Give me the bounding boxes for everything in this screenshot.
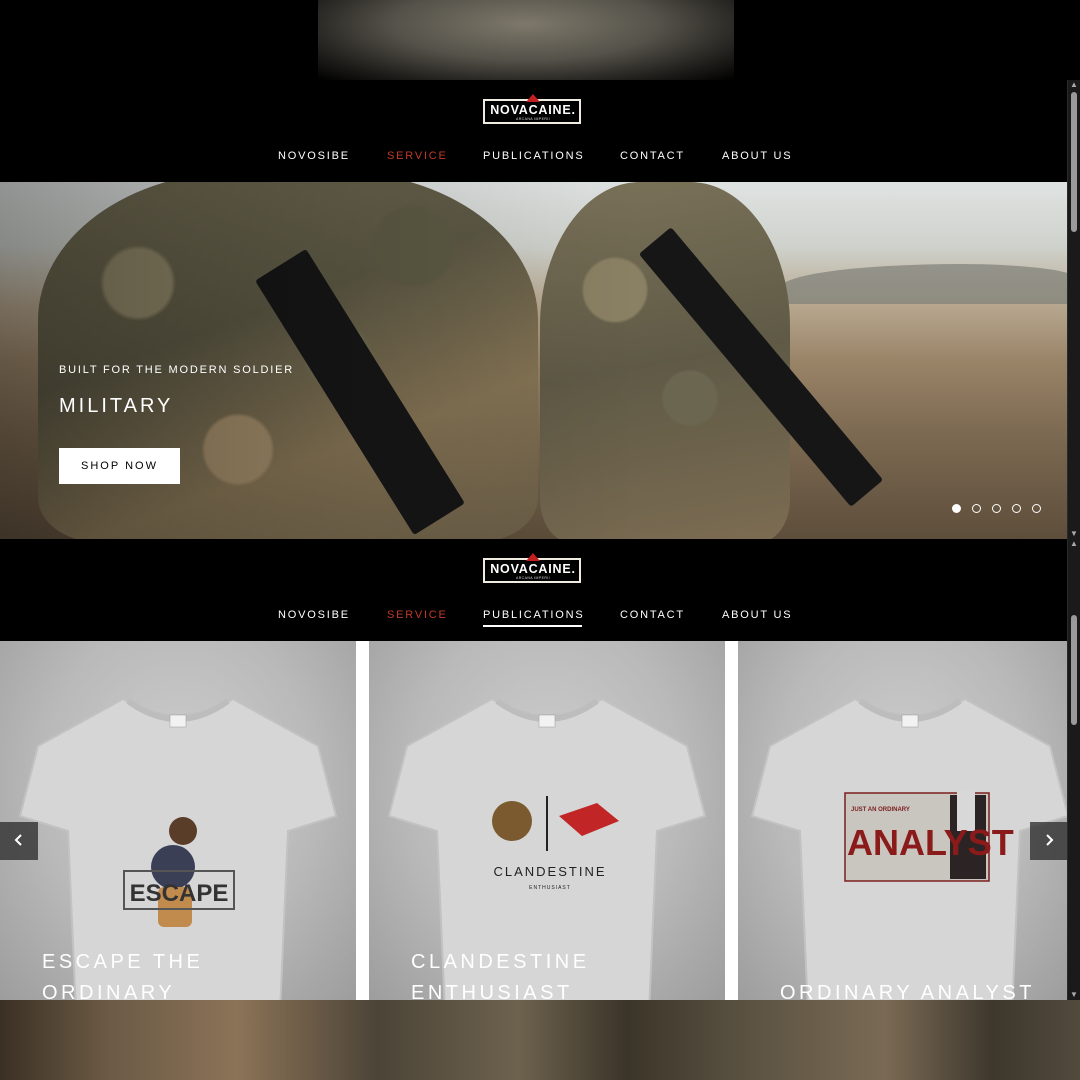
main-nav: NOVOSIBE SERVICE PUBLICATIONS CONTACT AB… bbox=[0, 150, 1068, 172]
nav-item-service[interactable]: SERVICE bbox=[387, 609, 448, 621]
logo-mark-icon bbox=[526, 553, 540, 561]
nav-item-novosibe[interactable]: NOVOSIBE bbox=[278, 609, 350, 621]
slide-dot[interactable] bbox=[972, 504, 981, 513]
hero-kicker: BUILT FOR THE MODERN SOLDIER bbox=[59, 364, 294, 376]
product-card[interactable]: CLANDESTINE ENTHUSIAST CLANDESTINE ENTHU… bbox=[369, 641, 725, 1000]
brand-name: NOVACAINE. bbox=[490, 103, 576, 117]
product-title-line1: ESCAPE THE bbox=[42, 951, 204, 973]
product-title-line1: CLANDESTINE bbox=[411, 951, 590, 973]
hero-section: NOVACAINE. ARCANA IMPERII NOVOSIBE SERVI… bbox=[0, 80, 1068, 539]
nav-item-novosibe[interactable]: NOVOSIBE bbox=[278, 150, 350, 162]
tshirt-image: JUST AN ORDINARY ANALYST bbox=[750, 697, 1068, 1000]
scrollbar[interactable]: ▲ ▼ bbox=[1067, 539, 1080, 1000]
nav-item-about-us[interactable]: ABOUT US bbox=[722, 609, 792, 621]
logo-mark-icon bbox=[526, 94, 540, 102]
site-header: NOVACAINE. ARCANA IMPERII NOVOSIBE SERVI… bbox=[0, 80, 1068, 182]
nav-item-service[interactable]: SERVICE bbox=[387, 150, 448, 162]
scroll-down-icon[interactable]: ▼ bbox=[1068, 529, 1080, 539]
main-nav: NOVOSIBE SERVICE PUBLICATIONS CONTACT AB… bbox=[0, 609, 1068, 631]
brand-logo[interactable]: NOVACAINE. ARCANA IMPERII bbox=[483, 553, 583, 585]
site-header: NOVACAINE. ARCANA IMPERII NOVOSIBE SERVI… bbox=[0, 539, 1068, 641]
brand-logo[interactable]: NOVACAINE. ARCANA IMPERII bbox=[483, 94, 583, 126]
chevron-right-icon bbox=[1046, 833, 1054, 846]
product-title: ORDINARY ANALYST bbox=[780, 982, 1035, 1000]
slide-dot[interactable] bbox=[1032, 504, 1041, 513]
print-subtext: ENTHUSIAST bbox=[529, 885, 571, 891]
print-text: ANALYST bbox=[847, 822, 1014, 863]
print-text: CLANDESTINE bbox=[493, 864, 606, 879]
top-blurred-backdrop bbox=[0, 0, 1080, 80]
scrollbar[interactable]: ▲ ▼ bbox=[1067, 80, 1080, 539]
scroll-down-icon[interactable]: ▼ bbox=[1068, 990, 1080, 1000]
hero-title: MILITARY bbox=[59, 395, 174, 417]
nav-item-publications[interactable]: PUBLICATIONS bbox=[483, 609, 584, 621]
slide-dot[interactable] bbox=[992, 504, 1001, 513]
chevron-left-icon bbox=[14, 833, 22, 846]
nav-item-publications[interactable]: PUBLICATIONS bbox=[483, 150, 584, 162]
blurred-image bbox=[318, 0, 734, 80]
print-text: ESCAPE bbox=[130, 880, 229, 907]
product-carousel: ESCAPE ESCAPE THE ORDINARY CLANDESTINE E… bbox=[0, 641, 1068, 1000]
carousel-next-button[interactable] bbox=[1030, 822, 1068, 860]
carousel-prev-button[interactable] bbox=[0, 822, 38, 860]
slide-dot[interactable] bbox=[1012, 504, 1021, 513]
nav-item-contact[interactable]: CONTACT bbox=[620, 150, 685, 162]
shop-now-button[interactable]: SHOP NOW bbox=[59, 448, 180, 484]
hero-banner: BUILT FOR THE MODERN SOLDIER MILITARY SH… bbox=[0, 182, 1068, 539]
nav-item-contact[interactable]: CONTACT bbox=[620, 609, 685, 621]
nav-active-underline bbox=[483, 625, 582, 627]
scroll-up-icon[interactable]: ▲ bbox=[1068, 539, 1080, 549]
print-subtext: JUST AN ORDINARY bbox=[851, 807, 910, 813]
product-card[interactable]: JUST AN ORDINARY ANALYST ORDINARY ANALYS… bbox=[738, 641, 1068, 1000]
scrollbar-thumb[interactable] bbox=[1071, 92, 1077, 232]
brand-tagline: ARCANA IMPERII bbox=[516, 117, 550, 121]
products-section: NOVACAINE. ARCANA IMPERII NOVOSIBE SERVI… bbox=[0, 539, 1068, 1000]
product-title-line2: ORDINARY bbox=[42, 982, 176, 1000]
slide-dot[interactable] bbox=[952, 504, 961, 513]
product-card[interactable]: ESCAPE ESCAPE THE ORDINARY bbox=[0, 641, 356, 1000]
scroll-up-icon[interactable]: ▲ bbox=[1068, 80, 1080, 90]
brand-name: NOVACAINE. bbox=[490, 562, 576, 576]
brand-tagline: ARCANA IMPERII bbox=[516, 576, 550, 580]
hero-shade bbox=[0, 182, 1068, 539]
nav-item-about-us[interactable]: ABOUT US bbox=[722, 150, 792, 162]
bottom-blurred-backdrop bbox=[0, 1000, 1080, 1080]
scrollbar-thumb[interactable] bbox=[1071, 615, 1077, 725]
product-title-line2: ENTHUSIAST bbox=[411, 982, 573, 1000]
